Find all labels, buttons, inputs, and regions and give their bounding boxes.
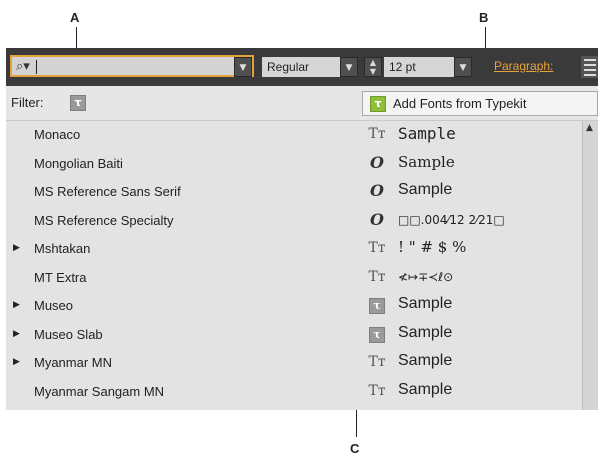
font-style-field[interactable]: Regular xyxy=(262,57,340,77)
font-style-dropdown-button[interactable]: ▼ xyxy=(340,57,358,77)
truetype-icon: Tт xyxy=(368,126,386,142)
font-toolbar: ⌕▾ ▼ Regular ▼ ▲ ▼ 12 pt ▼ Paragraph: xyxy=(6,48,598,86)
typekit-filter-icon[interactable]: τ xyxy=(70,95,86,111)
stepper-up-icon[interactable]: ▲ xyxy=(365,58,381,67)
paragraph-link[interactable]: Paragraph: xyxy=(494,59,553,73)
font-sample: ! " # $ % xyxy=(398,238,467,256)
font-sample: Sample xyxy=(398,124,456,143)
font-list-item[interactable]: MT Extra Tт ≮↦∓≺ℓ⊙ xyxy=(6,264,581,292)
filter-label: Filter: xyxy=(11,95,44,110)
font-list-item[interactable]: MS Reference Specialty O □□.004⁄12 2⁄21□ xyxy=(6,207,581,235)
font-size-field[interactable]: 12 pt xyxy=(384,57,454,77)
truetype-icon: Tт xyxy=(368,354,386,370)
opentype-icon: O xyxy=(370,181,384,200)
opentype-icon: O xyxy=(370,209,384,229)
font-sample: Sample xyxy=(398,295,453,312)
font-size-dropdown-button[interactable]: ▼ xyxy=(454,57,472,77)
typekit-icon: τ xyxy=(370,96,386,112)
font-name: MS Reference Specialty xyxy=(34,212,174,228)
opentype-icon: O xyxy=(370,152,384,172)
font-name: Myanmar Sangam MN xyxy=(34,383,165,399)
font-list-item[interactable]: ▶ Mshtakan Tт ! " # $ % xyxy=(6,235,581,263)
font-panel: ⌕▾ ▼ Regular ▼ ▲ ▼ 12 pt ▼ Paragraph: Fi… xyxy=(6,48,598,410)
font-name: Myanmar MN xyxy=(34,355,113,370)
font-name: MS Reference Sans Serif xyxy=(34,184,181,199)
callout-a: A xyxy=(70,10,80,25)
font-sample: Sample xyxy=(398,352,453,369)
callout-b: B xyxy=(479,10,489,25)
font-search-input[interactable]: ⌕▾ xyxy=(10,55,254,77)
font-name: MT Extra xyxy=(34,269,87,285)
font-name: Mongolian Baiti xyxy=(34,155,123,171)
font-name: Museo Slab xyxy=(34,326,103,342)
font-name: Museo xyxy=(34,298,74,313)
font-list-item[interactable]: MS Reference Sans Serif O Sample xyxy=(6,178,581,206)
font-family-dropdown-button[interactable]: ▼ xyxy=(234,57,252,77)
truetype-icon: Tт xyxy=(368,240,386,256)
font-sample: ≮↦∓≺ℓ⊙ xyxy=(398,269,454,284)
font-list-item[interactable]: Mongolian Baiti O Sample xyxy=(6,150,581,178)
font-size-stepper[interactable]: ▲ ▼ xyxy=(364,57,382,77)
font-list-item[interactable]: Monaco Tт Sample xyxy=(6,121,581,149)
panel-menu-icon[interactable] xyxy=(581,56,598,78)
font-sample: □□.004⁄12 2⁄21□ xyxy=(398,212,505,227)
add-fonts-from-typekit-button[interactable]: τ Add Fonts from Typekit xyxy=(362,91,598,116)
truetype-icon: Tт xyxy=(368,382,386,399)
scrollbar[interactable]: ▲ xyxy=(582,121,598,410)
font-sample: Sample xyxy=(398,152,455,171)
callout-c: C xyxy=(350,441,360,456)
expand-arrow-icon[interactable]: ▶ xyxy=(13,300,20,310)
stepper-down-icon[interactable]: ▼ xyxy=(365,67,381,76)
add-fonts-label: Add Fonts from Typekit xyxy=(393,96,527,111)
filter-bar: Filter: τ τ Add Fonts from Typekit xyxy=(6,86,598,121)
font-sample: Sample xyxy=(398,323,453,341)
font-name: Monaco xyxy=(34,127,81,142)
font-list-item[interactable]: ▶ Museo τ Sample xyxy=(6,292,581,320)
font-list-item[interactable]: ▶ Museo Slab τ Sample xyxy=(6,321,581,349)
expand-arrow-icon[interactable]: ▶ xyxy=(13,357,20,367)
text-cursor xyxy=(36,60,37,74)
scroll-up-icon[interactable]: ▲ xyxy=(586,123,593,133)
font-list-item[interactable]: Myanmar Sangam MN Tт Sample xyxy=(6,378,581,406)
expand-arrow-icon[interactable]: ▶ xyxy=(13,243,20,253)
font-list-item[interactable]: ▶ Myanmar MN Tт Sample xyxy=(6,349,581,377)
font-sample: Sample xyxy=(398,181,453,198)
typekit-icon: τ xyxy=(368,296,386,314)
search-icon: ⌕▾ xyxy=(16,59,30,74)
font-sample: Sample xyxy=(398,380,453,398)
font-name: Mshtakan xyxy=(34,241,91,256)
truetype-icon: Tт xyxy=(368,268,386,285)
font-list: Monaco Tт Sample Mongolian Baiti O Sample MS R… xyxy=(6,121,598,410)
expand-arrow-icon[interactable]: ▶ xyxy=(13,329,20,339)
typekit-icon: τ xyxy=(368,325,386,343)
